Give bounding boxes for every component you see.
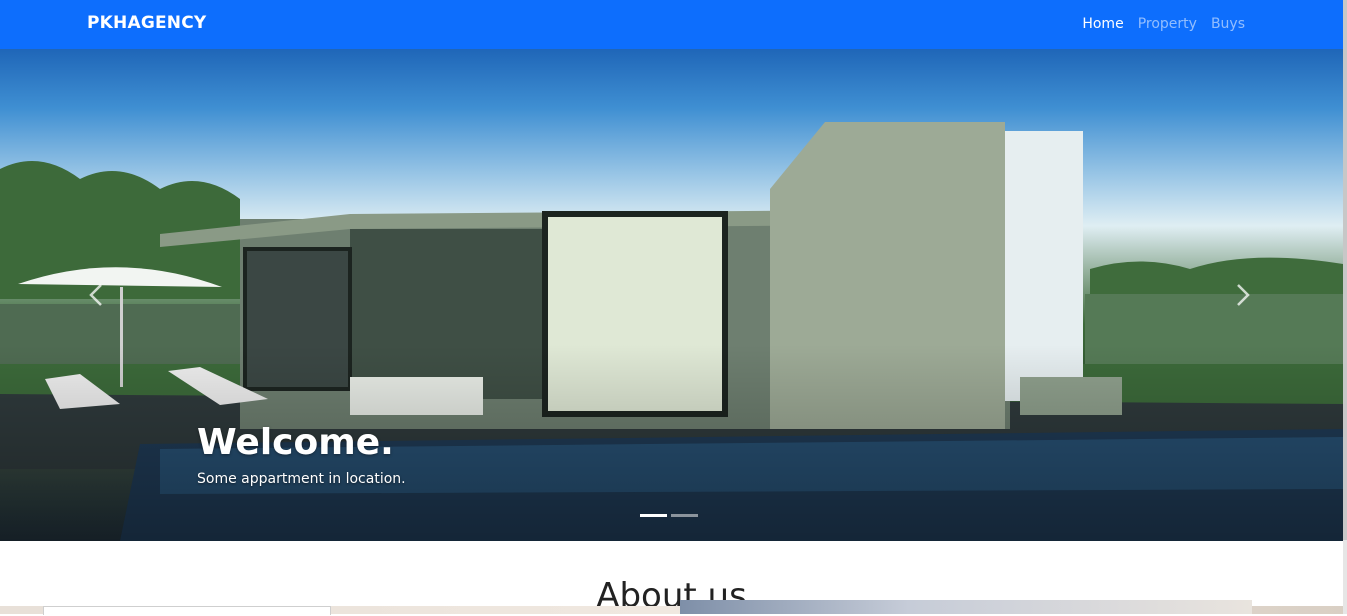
carousel-indicator-2[interactable] bbox=[671, 514, 698, 517]
hero-carousel: Welcome. Some appartment in location. bbox=[0, 49, 1343, 541]
chevron-left-icon bbox=[89, 284, 102, 306]
about-image bbox=[680, 600, 1252, 614]
carousel-prev-button[interactable] bbox=[77, 275, 117, 315]
page-scrollbar[interactable] bbox=[1343, 0, 1347, 614]
carousel-next-button[interactable] bbox=[1222, 275, 1262, 315]
carousel-indicators bbox=[640, 514, 698, 517]
nav-link-buys[interactable]: Buys bbox=[1211, 16, 1245, 32]
nav-link-property[interactable]: Property bbox=[1138, 16, 1197, 32]
hero-subtitle: Some appartment in location. bbox=[197, 471, 406, 487]
brand-logo[interactable]: PKHAGENCY bbox=[87, 13, 206, 33]
hero-title: Welcome. bbox=[197, 422, 394, 463]
carousel-indicator-1[interactable] bbox=[640, 514, 667, 517]
chevron-right-icon bbox=[1237, 284, 1250, 306]
scrollbar-thumb[interactable] bbox=[1343, 0, 1347, 540]
nav-link-home[interactable]: Home bbox=[1082, 16, 1123, 32]
hero-caption: Welcome. Some appartment in location. bbox=[197, 422, 406, 487]
nav-links: Home Property Buys bbox=[1082, 16, 1245, 32]
navbar: PKHAGENCY Home Property Buys bbox=[0, 0, 1343, 49]
